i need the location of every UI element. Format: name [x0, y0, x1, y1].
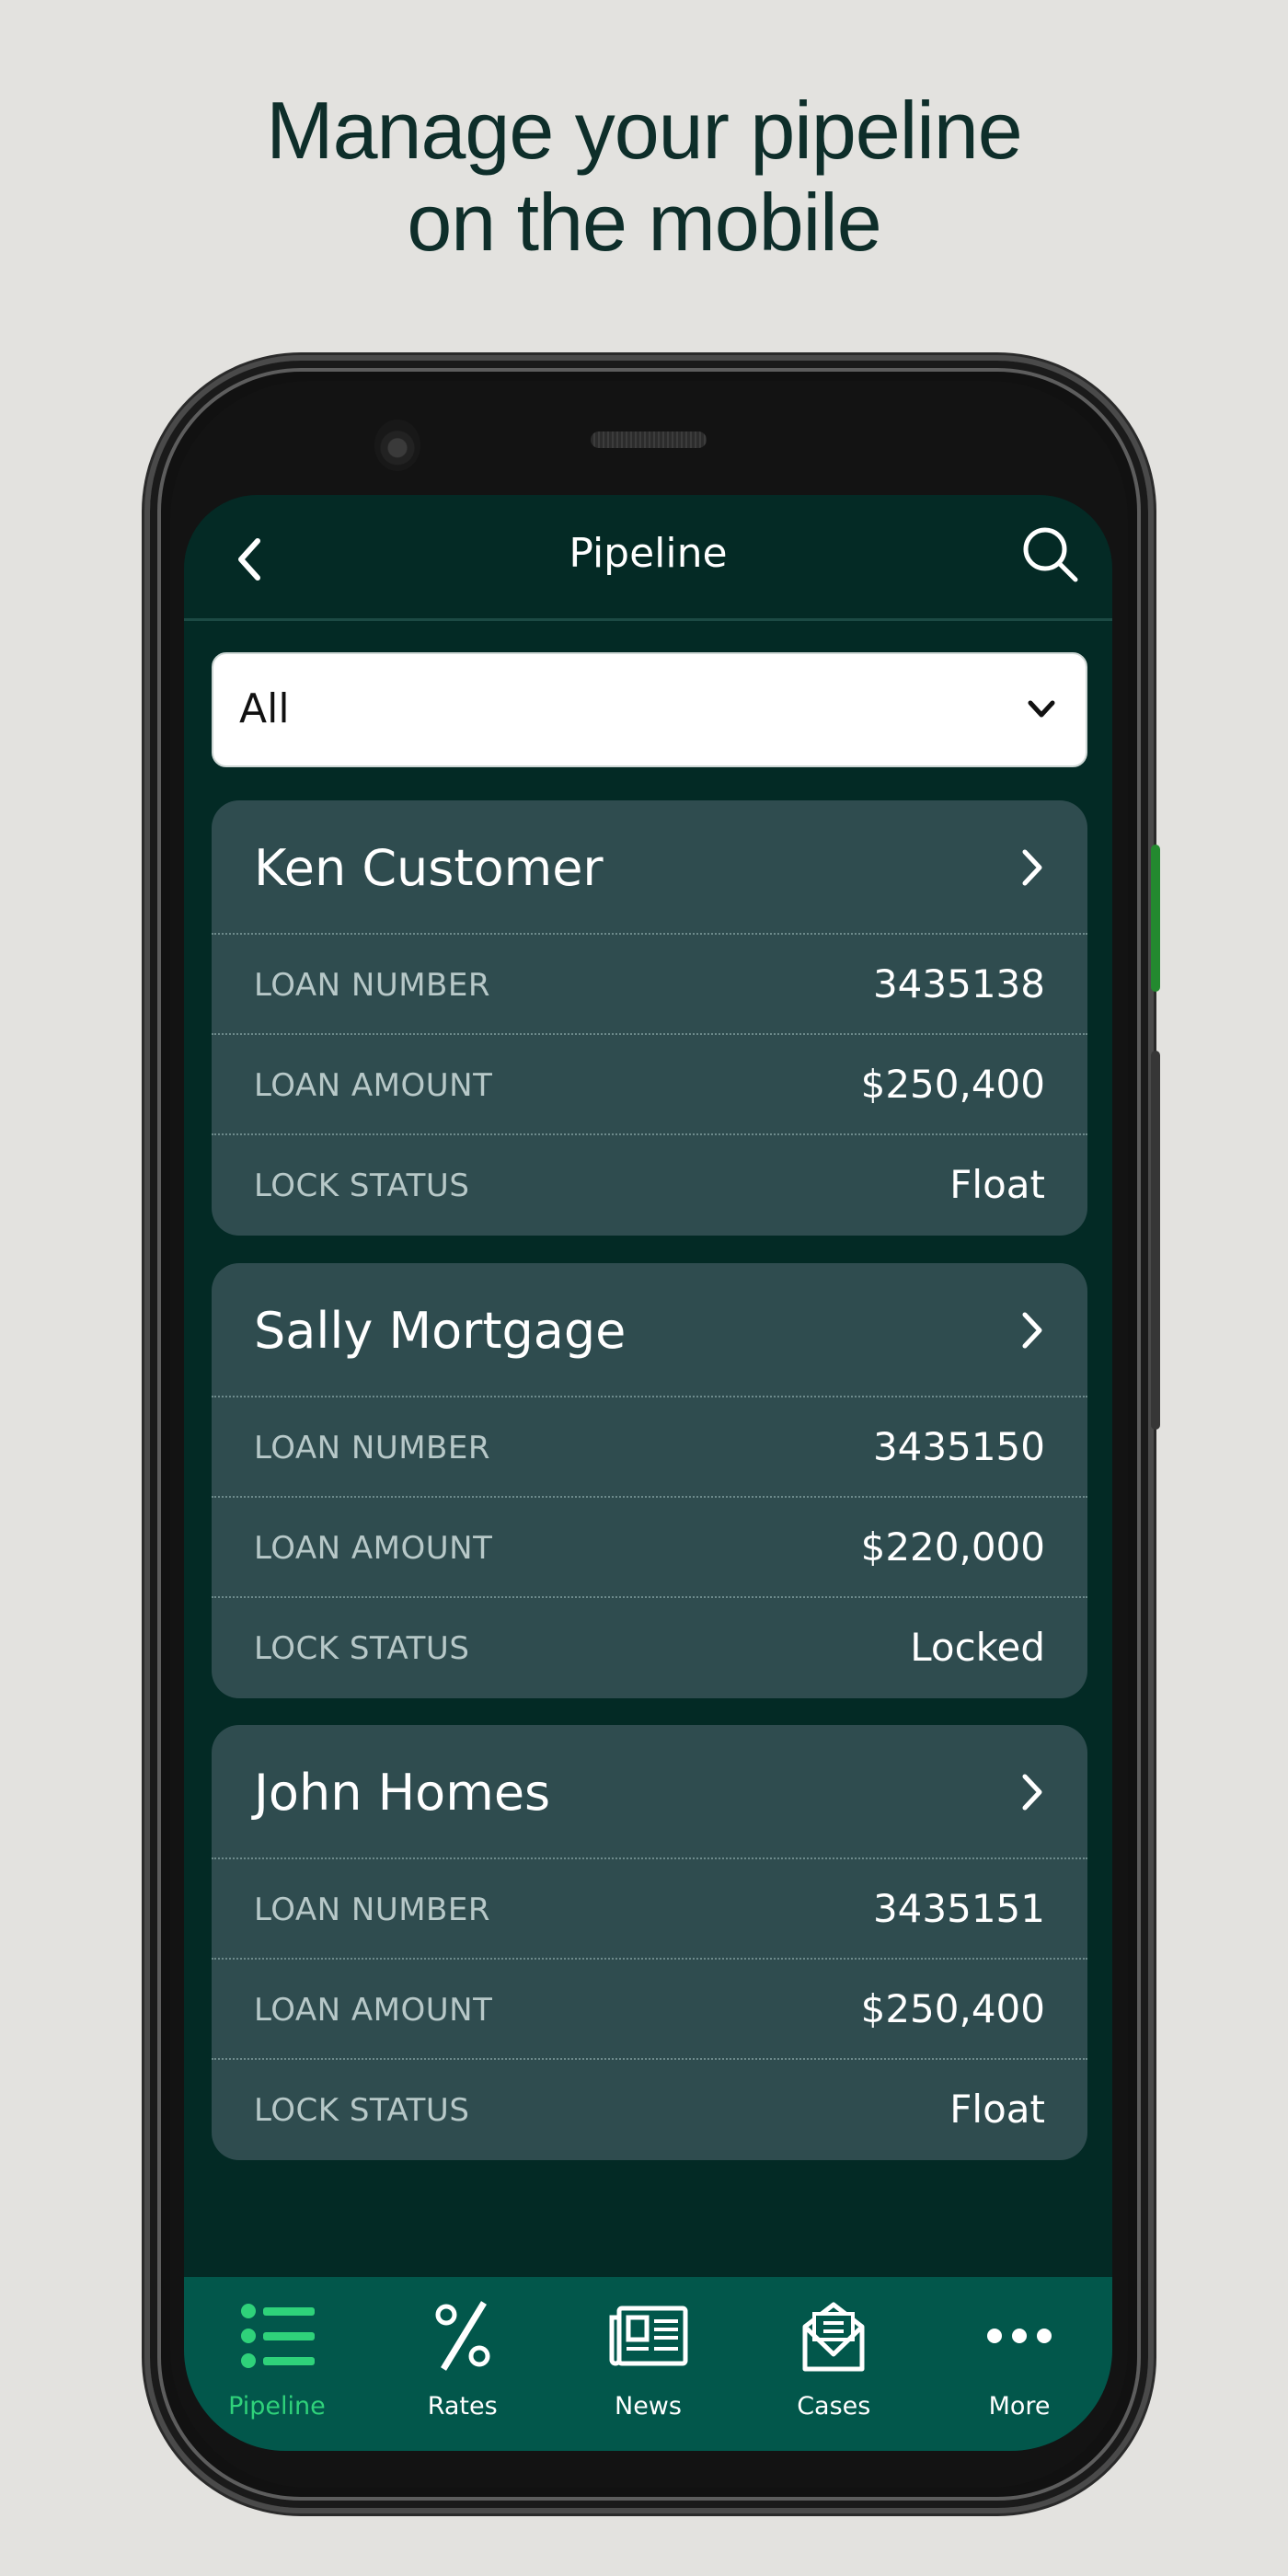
app-header: Pipeline: [184, 495, 1112, 621]
side-button-volume: [1151, 1051, 1160, 1430]
lock-status-value: Float: [949, 1162, 1045, 1207]
list-icon: [240, 2304, 315, 2368]
row-label: LOAN AMOUNT: [254, 1067, 493, 1104]
headline-line-2: on the mobile: [407, 177, 881, 268]
chevron-right-icon: [1022, 1774, 1042, 1811]
pipeline-filter-select[interactable]: All: [212, 652, 1087, 767]
page-title: Pipeline: [569, 530, 728, 577]
row-label: LOCK STATUS: [254, 2092, 470, 2129]
nav-label: Rates: [427, 2392, 498, 2421]
earpiece-speaker: [591, 431, 707, 448]
more-dots-icon: [987, 2329, 1052, 2343]
nav-label: Pipeline: [228, 2392, 326, 2421]
loan-card[interactable]: John Homes LOAN NUMBER 3435151 LOAN AMOU…: [212, 1725, 1087, 2160]
row-label: LOAN NUMBER: [254, 967, 490, 1004]
row-label: LOAN NUMBER: [254, 1892, 490, 1928]
loan-number-row: LOAN NUMBER 3435138: [212, 935, 1087, 1035]
lock-status-row: LOCK STATUS Float: [212, 1135, 1087, 1236]
lock-status-value: Float: [949, 2087, 1045, 2132]
headline-line-1: Manage your pipeline: [266, 85, 1022, 176]
loan-number-value: 3435138: [872, 961, 1045, 1006]
loan-amount-value: $250,400: [860, 1062, 1045, 1107]
envelope-open-icon: [802, 2302, 865, 2372]
loan-amount-value: $220,000: [860, 1524, 1045, 1570]
side-button-power: [1151, 845, 1160, 992]
loan-number-row: LOAN NUMBER 3435150: [212, 1397, 1087, 1498]
marketing-headline: Manage your pipeline on the mobile: [0, 85, 1288, 269]
filter-selected-value: All: [239, 685, 290, 732]
loan-amount-value: $250,400: [860, 1986, 1045, 2031]
loan-amount-row: LOAN AMOUNT $250,400: [212, 1960, 1087, 2060]
nav-tab-pipeline[interactable]: Pipeline: [184, 2277, 370, 2451]
newspaper-icon: [609, 2306, 688, 2366]
nav-tab-cases[interactable]: Cases: [741, 2277, 926, 2451]
loan-number-value: 3435151: [872, 1886, 1045, 1931]
nav-label: Cases: [797, 2392, 871, 2421]
loan-number-row: LOAN NUMBER 3435151: [212, 1859, 1087, 1960]
lock-status-value: Locked: [910, 1625, 1045, 1670]
chevron-right-icon: [1022, 1312, 1042, 1349]
chevron-right-icon: [1022, 849, 1042, 886]
row-label: LOAN AMOUNT: [254, 1530, 493, 1567]
chevron-down-icon: [1028, 700, 1055, 718]
percent-icon: [435, 2301, 490, 2371]
loan-card-header[interactable]: Sally Mortgage: [212, 1263, 1087, 1397]
row-label: LOAN AMOUNT: [254, 1992, 493, 2029]
row-label: LOCK STATUS: [254, 1167, 470, 1204]
borrower-name: Ken Customer: [254, 839, 604, 897]
lock-status-row: LOCK STATUS Float: [212, 2060, 1087, 2160]
bottom-navigation: Pipeline Rates News Cases More: [184, 2277, 1112, 2451]
front-camera-icon: [374, 420, 420, 471]
search-icon: [1023, 527, 1078, 582]
loan-amount-row: LOAN AMOUNT $220,000: [212, 1498, 1087, 1598]
loan-card-header[interactable]: Ken Customer: [212, 800, 1087, 935]
nav-tab-rates[interactable]: Rates: [370, 2277, 556, 2451]
borrower-name: Sally Mortgage: [254, 1302, 627, 1360]
loan-card[interactable]: Sally Mortgage LOAN NUMBER 3435150 LOAN …: [212, 1263, 1087, 1698]
row-label: LOCK STATUS: [254, 1630, 470, 1667]
search-button[interactable]: [1020, 524, 1081, 585]
nav-tab-news[interactable]: News: [556, 2277, 742, 2451]
nav-label: News: [615, 2392, 682, 2421]
app-screen: Pipeline All Ken Customer LOAN NUMBER 34…: [184, 495, 1112, 2451]
lock-status-row: LOCK STATUS Locked: [212, 1598, 1087, 1698]
loan-card-header[interactable]: John Homes: [212, 1725, 1087, 1859]
loan-number-value: 3435150: [872, 1424, 1045, 1469]
loan-card[interactable]: Ken Customer LOAN NUMBER 3435138 LOAN AM…: [212, 800, 1087, 1236]
nav-label: More: [988, 2392, 1051, 2421]
loan-amount-row: LOAN AMOUNT $250,400: [212, 1035, 1087, 1135]
borrower-name: John Homes: [254, 1764, 551, 1822]
row-label: LOAN NUMBER: [254, 1430, 490, 1466]
nav-tab-more[interactable]: More: [926, 2277, 1112, 2451]
